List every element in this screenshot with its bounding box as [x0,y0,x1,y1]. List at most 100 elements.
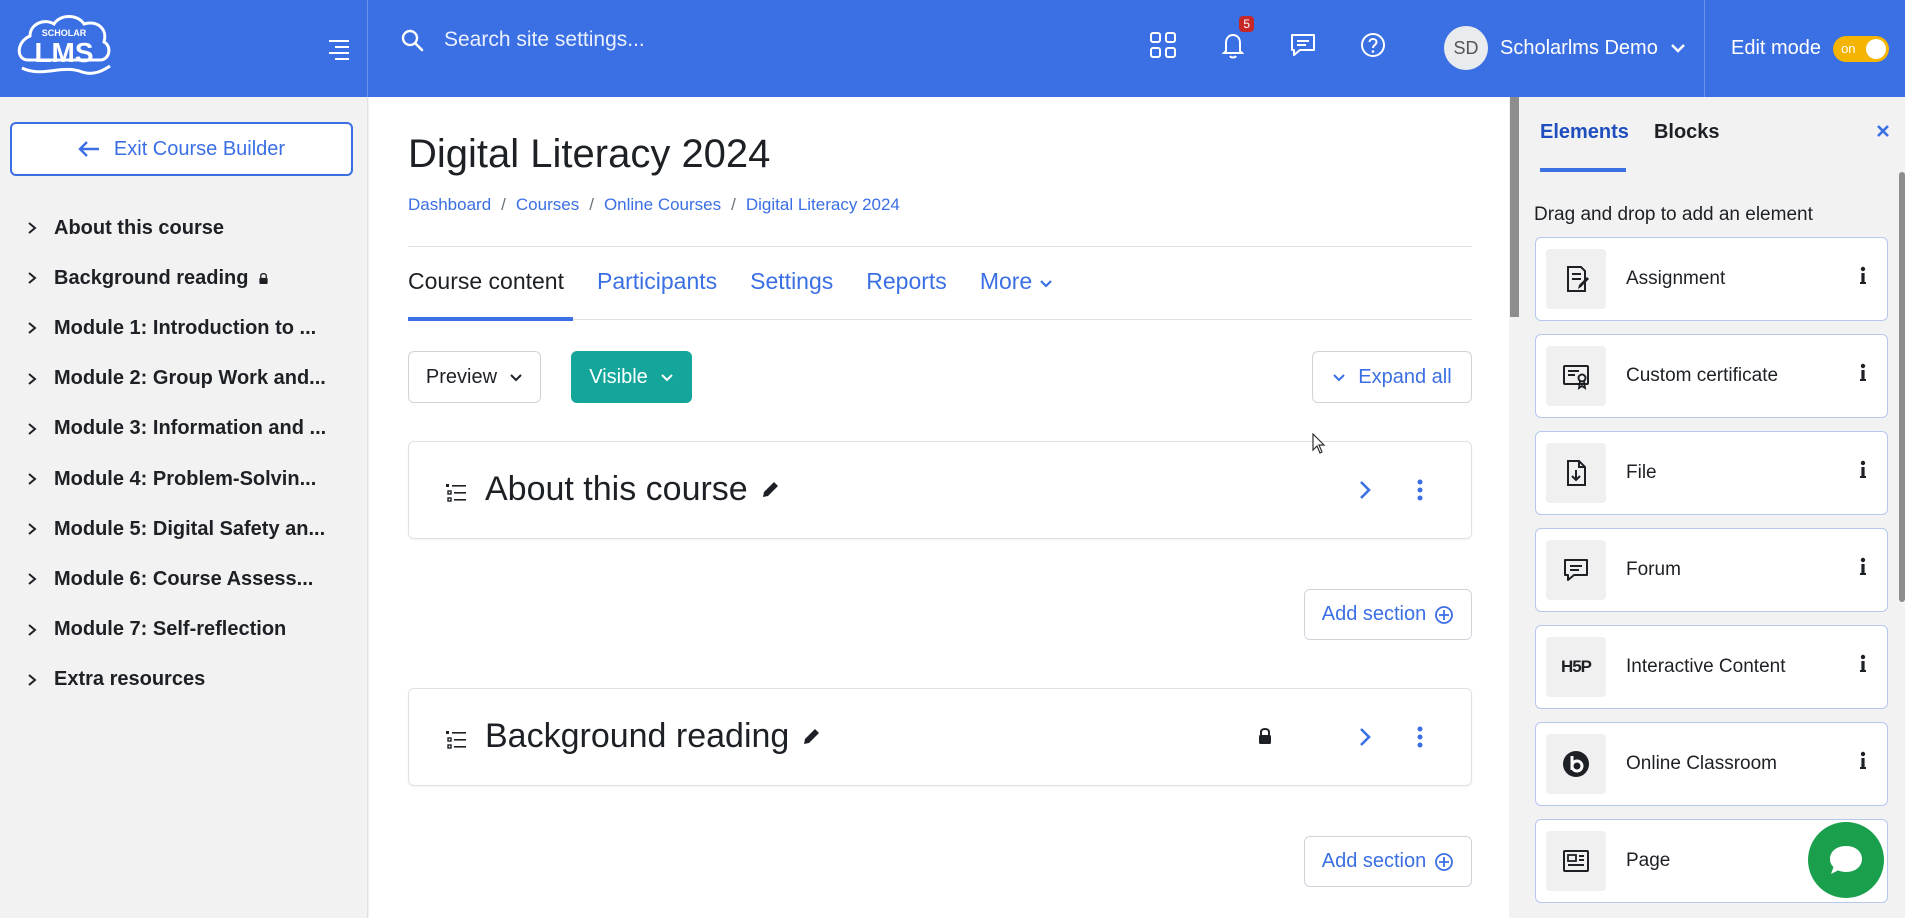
messages-button[interactable] [1288,30,1318,60]
info-icon[interactable] [1859,460,1867,480]
element-label: Custom certificate [1626,365,1779,386]
drawer-scrollbar[interactable] [1899,172,1905,602]
app-grid-button[interactable] [1148,30,1178,60]
tab-blocks[interactable]: Blocks [1654,121,1720,172]
chevron-right-icon[interactable] [26,623,38,637]
arrow-left-icon [78,141,99,157]
chat-icon [1830,846,1862,874]
tab-course-content[interactable]: Course content [408,266,573,321]
chevron-down-icon [510,374,522,382]
page-title: Digital Literacy 2024 [408,132,771,176]
sidebar-item[interactable]: About this course [0,203,368,253]
element-card[interactable]: Assignment [1535,237,1888,321]
chevron-right-icon[interactable] [1355,726,1375,748]
element-card[interactable]: File [1535,431,1888,515]
user-menu[interactable]: SD Scholarlms Demo [1444,26,1688,70]
pencil-icon[interactable] [801,727,821,747]
chevron-right-icon[interactable] [26,472,38,486]
visible-dropdown[interactable]: Visible [571,351,692,403]
top-icons: 5 [1148,16,1428,60]
list-icon [446,484,466,502]
add-section-button[interactable]: Add section [1304,589,1472,640]
course-tabs: Course content Participants Settings Report… [408,266,1472,321]
sidebar-item-label: Module 6: Course Assess... [54,567,314,590]
search-icon[interactable] [400,28,424,52]
certificate-icon [1561,361,1591,391]
sidebar-item-label: Module 5: Digital Safety an... [54,517,326,540]
chevron-right-icon[interactable] [26,572,38,586]
drawer-tabs: Elements Blocks [1540,121,1745,172]
element-label: Assignment [1626,268,1726,289]
help-button[interactable] [1358,30,1388,60]
chevron-right-icon[interactable] [26,422,38,436]
sidebar-item[interactable]: Module 7: Self-reflection [0,605,368,655]
sidebar-item[interactable]: Module 5: Digital Safety an... [0,504,368,554]
main-scrollbar[interactable] [1510,97,1519,317]
pencil-icon[interactable] [760,480,780,500]
file-icon [1561,458,1591,488]
course-section: Background reading [408,688,1472,786]
logo-area: SCHOLAR LMS [0,0,368,97]
chevron-right-icon[interactable] [26,321,38,335]
tab-more[interactable]: More [980,266,1054,320]
chevron-right-icon[interactable] [26,271,38,285]
sidebar-item[interactable]: Module 2: Group Work and... [0,354,368,404]
element-card[interactable]: Forum [1535,528,1888,612]
notifications-button[interactable]: 5 [1218,16,1254,60]
notification-badge: 5 [1239,16,1254,32]
breadcrumb-link[interactable]: Digital Literacy 2024 [746,195,900,215]
close-icon[interactable] [1875,123,1891,139]
sidebar-item-label: Background reading [54,266,249,289]
chevron-right-icon[interactable] [26,673,38,687]
section-title-text: Background reading [485,717,790,755]
forum-icon [1561,555,1591,585]
sidebar-item[interactable]: Module 3: Information and ... [0,404,368,454]
chat-bubble-icon [1291,34,1315,56]
info-icon[interactable] [1859,266,1867,286]
search-input[interactable] [444,28,864,52]
info-icon[interactable] [1859,363,1867,383]
hamburger-icon[interactable] [325,38,349,60]
element-card[interactable]: Online Classroom [1535,722,1888,806]
sidebar-item[interactable]: Module 6: Course Assess... [0,554,368,604]
section-title[interactable]: About this course [485,470,780,509]
chevron-right-icon[interactable] [1355,479,1375,501]
chevron-right-icon[interactable] [26,522,38,536]
kebab-menu-icon[interactable] [1416,725,1424,749]
breadcrumb: Dashboard / Courses / Online Courses / Digital… [408,195,900,215]
chevron-right-icon[interactable] [26,221,38,235]
element-card[interactable]: H5P Interactive Content [1535,625,1888,709]
element-icon-box [1546,831,1606,891]
expand-all-button[interactable]: Expand all [1312,351,1472,403]
sidebar-item[interactable]: Extra resources [0,655,368,705]
sidebar-item[interactable]: Background reading [0,253,368,303]
element-icon-box: H5P [1546,637,1606,697]
divider [408,246,1472,247]
sidebar-item-label: Module 1: Introduction to ... [54,316,317,339]
section-title[interactable]: Background reading [485,717,821,756]
edit-mode-area: Edit mode on [1704,0,1890,97]
scholar-lms-logo[interactable]: SCHOLAR LMS [12,14,116,80]
add-section-button[interactable]: Add section [1304,836,1472,887]
breadcrumb-link[interactable]: Online Courses [604,195,721,215]
sidebar-item[interactable]: Module 4: Problem-Solvin... [0,454,368,504]
live-chat-button[interactable] [1808,822,1884,898]
info-icon[interactable] [1859,654,1867,674]
element-card[interactable]: Custom certificate [1535,334,1888,418]
exit-course-builder-button[interactable]: Exit Course Builder [10,122,353,176]
element-icon-box [1546,346,1606,406]
kebab-menu-icon[interactable] [1416,478,1424,502]
tab-settings[interactable]: Settings [750,266,833,320]
breadcrumb-link[interactable]: Courses [516,195,579,215]
edit-mode-toggle[interactable]: on [1833,35,1890,62]
tab-reports[interactable]: Reports [866,266,947,320]
preview-dropdown[interactable]: Preview [408,351,541,403]
info-icon[interactable] [1859,751,1867,771]
tab-elements[interactable]: Elements [1540,121,1629,172]
element-icon-box [1546,540,1606,600]
chevron-right-icon[interactable] [26,372,38,386]
tab-participants[interactable]: Participants [597,266,717,320]
sidebar-item[interactable]: Module 1: Introduction to ... [0,303,368,353]
info-icon[interactable] [1859,557,1867,577]
breadcrumb-link[interactable]: Dashboard [408,195,491,215]
